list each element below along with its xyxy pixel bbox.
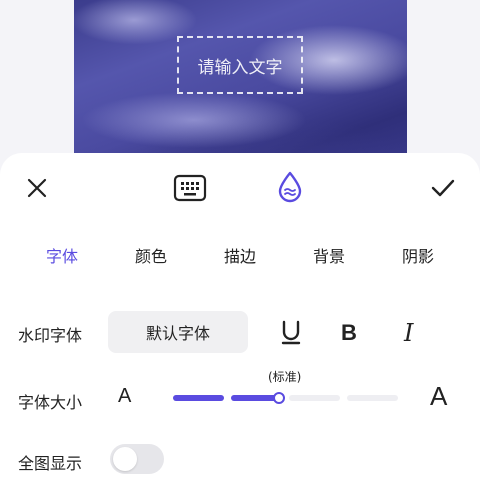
font-row-label: 水印字体: [18, 326, 83, 345]
tab-background[interactable]: 背景: [313, 243, 345, 267]
size-large-glyph: A: [430, 381, 448, 411]
text-style-sheet: 字体 颜色 描边 背景 阴影 水印字体 默认字体 B I 字体大小 A (标准)…: [0, 153, 480, 499]
keyboard-icon[interactable]: [172, 171, 208, 205]
size-slider-thumb[interactable]: [273, 392, 285, 404]
bold-button[interactable]: B: [341, 319, 369, 347]
tab-stroke[interactable]: 描边: [224, 243, 256, 267]
size-row-label: 字体大小: [18, 393, 83, 412]
size-small-glyph: A: [118, 385, 132, 407]
italic-button[interactable]: I: [404, 319, 432, 347]
underline-icon[interactable]: [278, 319, 306, 347]
watermark-placeholder: 请输入文字: [197, 57, 283, 78]
ink-drop-icon[interactable]: [274, 169, 306, 205]
style-tabs: 字体 颜色 描边 背景 阴影: [0, 243, 480, 271]
size-slider-segment: [347, 395, 398, 401]
fullscreen-toggle[interactable]: [110, 444, 164, 474]
font-select[interactable]: 默认字体: [108, 311, 248, 353]
check-icon[interactable]: [428, 173, 458, 203]
size-slider-segment: [289, 395, 340, 401]
font-select-value: 默认字体: [145, 324, 210, 343]
size-slider-segment: [173, 395, 224, 401]
tab-color[interactable]: 颜色: [135, 243, 167, 267]
fullscreen-row-label: 全图显示: [18, 454, 83, 473]
size-level-label: (标准): [268, 370, 302, 384]
image-preview: 请输入文字: [74, 0, 407, 170]
close-icon[interactable]: [22, 173, 52, 203]
watermark-text-box[interactable]: 请输入文字: [177, 36, 303, 94]
size-slider-fill: [231, 395, 278, 401]
size-slider-fill: [173, 395, 224, 401]
toggle-knob: [113, 447, 137, 471]
tab-font[interactable]: 字体: [46, 243, 78, 267]
tab-shadow[interactable]: 阴影: [402, 243, 434, 267]
